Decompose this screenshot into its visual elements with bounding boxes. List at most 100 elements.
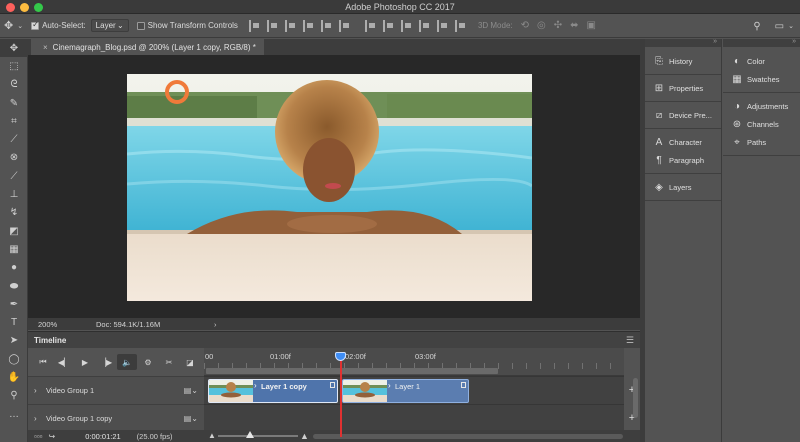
auto-select-checkbox[interactable]: Auto-Select: — [31, 14, 86, 38]
more-tools[interactable]: … — [0, 405, 28, 423]
track-header-2[interactable]: › Video Group 1 copy ▤⌄ — [28, 404, 204, 432]
dodge-tool[interactable]: ⬬ — [0, 277, 28, 295]
zoom-tool[interactable]: ⚲ — [0, 387, 28, 405]
timeline-vertical-scrollbar[interactable] — [633, 378, 638, 418]
chevron-right-icon[interactable]: › — [254, 381, 257, 390]
panel-swatches[interactable]: ▦ Swatches — [723, 70, 800, 88]
previous-frame-button[interactable]: ◀▏ — [54, 354, 74, 370]
gradient-tool[interactable]: ▦ — [0, 240, 28, 258]
panel-adjustments[interactable]: ◑ Adjustments — [723, 97, 800, 115]
collapse-icon[interactable]: » — [713, 38, 717, 45]
distribute-top-icon[interactable] — [364, 19, 377, 32]
ellipse-tool[interactable]: ◯ — [0, 350, 28, 368]
panel-paths[interactable]: ⌖ Paths — [723, 133, 800, 151]
lasso-tool[interactable]: ᘓ — [0, 76, 28, 94]
type-tool[interactable]: T — [0, 313, 28, 331]
workspace-icon[interactable]: ▭ — [771, 21, 788, 32]
brush-tool[interactable]: ⟋ — [0, 167, 28, 185]
chevron-down-icon[interactable]: ⌄ — [788, 22, 794, 30]
film-icon[interactable]: ▤⌄ — [184, 386, 198, 395]
panel-properties[interactable]: ⊞ Properties — [645, 79, 721, 97]
panel-history[interactable]: ⎘ History — [645, 52, 721, 70]
history-brush-tool[interactable]: ↯ — [0, 204, 28, 222]
distribute-hcenter-icon[interactable] — [436, 19, 449, 32]
chevron-right-icon[interactable]: › — [34, 414, 46, 423]
panel-color[interactable]: ◐ Color — [723, 52, 800, 70]
zoom-out-icon[interactable]: ▲ — [208, 431, 216, 440]
distribute-vcenter-icon[interactable] — [382, 19, 395, 32]
clip-layer-1[interactable]: › Layer 1 — [342, 379, 469, 403]
blur-tool[interactable]: ● — [0, 259, 28, 277]
clip-layer-1-copy[interactable]: › Layer 1 copy — [208, 379, 338, 403]
align-vcenter-icon[interactable] — [266, 19, 279, 32]
move-tool[interactable]: ✥ — [0, 39, 28, 58]
chevron-right-icon[interactable]: › — [388, 381, 391, 390]
frame-mode-icon[interactable]: ▫▫▫ — [34, 432, 43, 441]
marquee-tool[interactable]: ⬚ — [0, 57, 28, 75]
zoom-slider-thumb[interactable] — [246, 431, 254, 438]
panel-character[interactable]: A Character — [645, 133, 721, 151]
search-icon[interactable]: ⚲ — [749, 21, 764, 32]
panel-channels[interactable]: ⊛ Channels — [723, 115, 800, 133]
canvas-area[interactable] — [28, 55, 640, 318]
timeline-title[interactable]: Timeline — [34, 336, 66, 345]
track-lane-2[interactable] — [204, 404, 624, 432]
align-top-icon[interactable] — [248, 19, 261, 32]
document-tab[interactable]: × Cinemagraph_Blog.psd @ 200% (Layer 1 c… — [31, 39, 264, 55]
distribute-bottom-icon[interactable] — [400, 19, 413, 32]
chevron-right-icon[interactable]: › — [214, 320, 217, 329]
pen-tool[interactable]: ✒ — [0, 295, 28, 313]
settings-button[interactable]: ⚙ — [138, 354, 158, 370]
timeline-zoom-slider[interactable] — [218, 431, 298, 438]
track-lane-1[interactable]: › Layer 1 copy › Layer 1 — [204, 376, 624, 404]
align-bottom-icon[interactable] — [284, 19, 297, 32]
panel-menu-icon[interactable]: ☰ — [626, 335, 634, 346]
auto-select-dropdown[interactable]: Layer ⌄ — [90, 19, 129, 32]
show-transform-checkbox[interactable]: Show Transform Controls — [136, 14, 238, 38]
orbit-3d-icon[interactable]: ⟲ — [521, 20, 529, 31]
align-left-icon[interactable] — [302, 19, 315, 32]
mute-audio-button[interactable]: 🔈 — [117, 354, 137, 370]
work-area-bar[interactable] — [206, 368, 498, 374]
chevron-right-icon[interactable]: › — [34, 386, 46, 395]
render-video-icon[interactable]: ↪ — [49, 432, 56, 441]
clip-end-icon[interactable] — [330, 382, 335, 388]
path-select-tool[interactable]: ➤ — [0, 332, 28, 350]
close-icon[interactable]: × — [43, 43, 48, 52]
quick-select-tool[interactable]: ✎ — [0, 94, 28, 112]
dock-collapse-bar[interactable]: » — [723, 38, 800, 47]
split-at-playhead-button[interactable]: ✂ — [159, 354, 179, 370]
roll-3d-icon[interactable]: ◎ — [537, 20, 546, 31]
timeline-horizontal-scrollbar[interactable] — [313, 434, 623, 439]
clone-stamp-tool[interactable]: ⊥ — [0, 185, 28, 203]
eraser-tool[interactable]: ◩ — [0, 222, 28, 240]
scale-3d-icon[interactable]: ▣ — [587, 20, 596, 31]
healing-brush-tool[interactable]: ⊗ — [0, 149, 28, 167]
zoom-level[interactable]: 200% — [38, 320, 68, 329]
panel-device-preview[interactable]: ⧄ Device Pre... — [645, 106, 721, 124]
play-button[interactable]: ▶ — [75, 354, 95, 370]
eyedropper-tool[interactable]: ⟋ — [0, 130, 28, 148]
film-icon[interactable]: ▤⌄ — [184, 414, 198, 423]
align-right-icon[interactable] — [338, 19, 351, 32]
move-tool-preset[interactable]: ✥ ⌄ — [0, 14, 23, 38]
next-frame-button[interactable]: ▕▶ — [96, 354, 116, 370]
transition-button[interactable]: ◪ — [180, 354, 200, 370]
panel-layers[interactable]: ◈ Layers — [645, 178, 721, 196]
align-hcenter-icon[interactable] — [320, 19, 333, 32]
distribute-right-icon[interactable] — [454, 19, 467, 32]
timeline-ruler[interactable]: 00 01:00f 02:00f 03:00f — [204, 348, 624, 437]
crop-tool[interactable]: ⌗ — [0, 112, 28, 130]
zoom-in-icon[interactable]: ▲ — [300, 431, 309, 441]
track-header-1[interactable]: › Video Group 1 ▤⌄ — [28, 376, 204, 404]
pan-3d-icon[interactable]: ✣ — [554, 20, 562, 31]
panel-paragraph[interactable]: ¶ Paragraph — [645, 151, 721, 169]
collapse-icon[interactable]: » — [792, 38, 796, 45]
playhead[interactable] — [335, 352, 346, 437]
slide-3d-icon[interactable]: ⬌ — [570, 20, 578, 31]
hand-tool[interactable]: ✋ — [0, 368, 28, 386]
distribute-left-icon[interactable] — [418, 19, 431, 32]
dock-collapse-bar[interactable]: » — [645, 38, 721, 47]
clip-end-icon[interactable] — [461, 382, 466, 388]
go-to-first-frame-button[interactable]: ⏮ — [33, 354, 53, 370]
